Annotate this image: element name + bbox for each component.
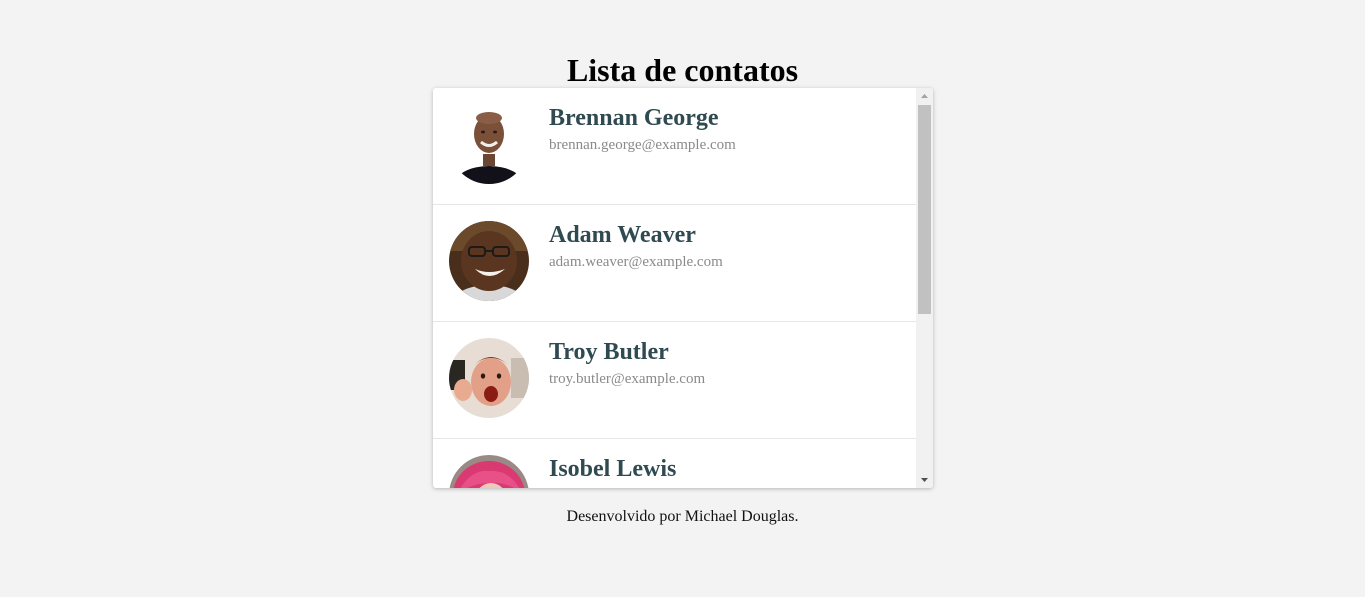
contact-list-panel: Brennan George brennan.george@example.co… xyxy=(433,88,933,488)
vertical-scrollbar[interactable] xyxy=(916,88,933,488)
scroll-thumb[interactable] xyxy=(918,105,931,314)
contact-email: troy.butler@example.com xyxy=(549,371,706,387)
contact-email: adam.weaver@example.com xyxy=(549,254,723,270)
contact-name: Troy Butler xyxy=(549,339,669,365)
contact-name: Isobel Lewis xyxy=(549,456,677,482)
avatar xyxy=(449,455,529,488)
contact-item-adam-weaver[interactable]: Adam Weaver adam.weaver@example.com xyxy=(433,205,916,322)
page-title: Lista de contatos xyxy=(566,52,799,88)
avatar xyxy=(449,338,529,418)
scroll-up-arrow-icon[interactable] xyxy=(916,88,933,105)
contact-name: Adam Weaver xyxy=(549,222,696,248)
contact-item-brennan-george[interactable]: Brennan George brennan.george@example.co… xyxy=(433,88,916,205)
avatar xyxy=(449,221,529,301)
contact-name: Brennan George xyxy=(549,105,719,131)
avatar xyxy=(449,104,529,184)
footer-credit: Desenvolvido por Michael Douglas. xyxy=(566,508,799,525)
person-photo-avatar-icon xyxy=(449,221,529,301)
person-photo-avatar-icon xyxy=(449,455,529,488)
contact-list[interactable]: Brennan George brennan.george@example.co… xyxy=(433,88,916,488)
contact-item-troy-butler[interactable]: Troy Butler troy.butler@example.com xyxy=(433,322,916,439)
person-photo-avatar-icon xyxy=(449,104,529,184)
contact-email: brennan.george@example.com xyxy=(549,137,736,153)
person-photo-avatar-icon xyxy=(449,338,529,418)
scroll-down-arrow-icon[interactable] xyxy=(916,471,933,488)
contact-item-isobel-lewis[interactable]: Isobel Lewis xyxy=(433,439,916,488)
